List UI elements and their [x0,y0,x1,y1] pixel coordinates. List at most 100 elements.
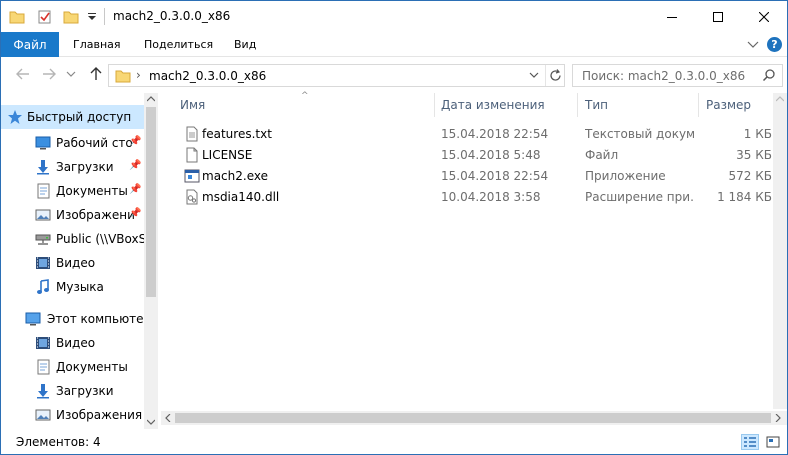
details-view-button[interactable] [741,434,759,450]
address-divider [545,65,546,86]
address-path[interactable]: mach2_0.3.0.0_x86 [149,69,266,83]
column-header-name[interactable]: Имя [180,98,205,112]
column-header-type[interactable]: Тип [585,98,608,112]
horizontal-scroll-thumb[interactable] [175,413,771,423]
navigation-scroll-thumb[interactable] [146,107,156,297]
pictures-icon [35,409,51,421]
scroll-up-arrow-icon[interactable] [147,96,155,102]
new-folder-icon[interactable] [63,9,79,25]
nav-item-this-pc[interactable]: Этот компьютер [1,307,144,331]
file-type: Расширение при... [585,190,695,204]
nav-item-music[interactable]: Музыка [1,275,144,299]
search-box[interactable]: Поиск: mach2_0.3.0.0_x86 [572,64,783,87]
nav-item-label: Быстрый доступ [27,110,132,124]
nav-item-videos[interactable]: Видео [1,251,144,275]
navigation-pane: Быстрый доступ Рабочий сто 📌 Загрузки 📌 [1,93,158,429]
up-arrow-icon[interactable] [88,66,104,82]
nav-item-label: Рабочий сто [56,136,133,150]
scroll-up-arrow-icon[interactable] [776,96,784,102]
text-file-icon [186,126,198,142]
nav-item-label: Public (\\VBoxSv [56,232,144,246]
navigation-scrollbar[interactable] [144,93,158,429]
column-divider[interactable] [577,93,578,117]
file-size: 1 КБ [743,127,772,141]
breadcrumb-separator[interactable]: › [136,68,141,82]
download-icon [37,384,49,399]
column-header-row: ^ Имя Дата изменения Тип Размер [161,91,773,117]
scroll-right-arrow-icon[interactable] [775,414,781,422]
nav-item-public-share[interactable]: Public (\\VBoxSv [1,227,144,251]
navigation-row: › mach2_0.3.0.0_x86 Поиск: mach2_0.3.0.0… [1,57,787,93]
file-date: 15.04.2018 5:48 [441,148,541,162]
column-divider[interactable] [434,93,435,117]
scroll-left-arrow-icon[interactable] [165,414,171,422]
star-icon [8,110,22,124]
tab-view[interactable]: Вид [234,38,256,51]
file-type: Файл [585,148,619,162]
file-row[interactable]: features.txt 15.04.2018 22:54 Текстовый … [179,123,772,145]
pin-icon: 📌 [129,160,142,171]
back-arrow-icon[interactable] [15,66,31,82]
nav-item-quick-access[interactable]: Быстрый доступ [1,105,144,129]
search-icon[interactable] [762,68,777,83]
folder-icon [9,11,25,24]
tab-file[interactable]: Файл [1,32,59,57]
file-name: mach2.exe [202,169,268,183]
video-icon [36,257,50,269]
close-button[interactable] [741,1,787,32]
folder-icon [115,70,131,83]
file-list-vertical-scrollbar[interactable] [773,93,787,409]
file-type: Приложение [585,169,666,183]
properties-icon[interactable] [37,9,53,25]
column-divider[interactable] [698,93,699,117]
nav-item-label: Этот компьютер [47,312,144,326]
scroll-down-arrow-icon[interactable] [147,419,155,425]
nav-item-label: Видео [56,336,96,350]
nav-item-label: Изображени [56,208,135,222]
maximize-button[interactable] [695,1,741,32]
file-icon [186,147,198,163]
nav-item-documents[interactable]: Документы 📌 [1,179,144,203]
tab-share[interactable]: Поделиться [144,38,213,51]
quick-access-dropdown-icon[interactable] [87,13,97,21]
nav-item-label: Документы [56,184,128,198]
expand-ribbon-chevron-icon[interactable] [746,37,760,51]
status-bar: Элементов: 4 [1,431,787,454]
nav-item-pc-videos[interactable]: Видео [1,331,144,355]
column-header-size[interactable]: Размер [706,98,751,112]
file-date: 15.04.2018 22:54 [441,127,549,141]
search-input[interactable]: Поиск: mach2_0.3.0.0_x86 [582,69,745,83]
nav-item-pc-pictures[interactable]: Изображения [1,403,144,427]
title-bar: mach2_0.3.0.0_x86 [1,1,787,32]
recent-locations-chevron-icon[interactable] [66,71,76,79]
nav-item-pc-downloads[interactable]: Загрузки [1,379,144,403]
nav-item-pictures[interactable]: Изображени 📌 [1,203,144,227]
network-drive-icon [35,234,51,245]
nav-item-pc-documents[interactable]: Документы [1,355,144,379]
address-dropdown-chevron-icon[interactable] [529,72,539,80]
close-icon [759,11,769,22]
computer-icon [25,312,41,326]
large-icons-view-icon [766,436,780,448]
file-list-horizontal-scrollbar[interactable] [161,411,787,425]
pin-icon: 📌 [129,184,142,195]
nav-item-downloads[interactable]: Загрузки 📌 [1,155,144,179]
documents-icon [37,183,50,199]
minimize-button[interactable] [649,1,695,32]
help-button[interactable]: ? [767,37,782,52]
sort-ascending-icon: ^ [301,91,309,101]
file-row[interactable]: msdia140.dll 10.04.2018 3:58 Расширение … [179,186,772,208]
large-icons-view-button[interactable] [764,434,782,450]
file-size: 1 184 КБ [717,190,772,204]
pin-icon: 📌 [129,208,142,219]
nav-item-desktop[interactable]: Рабочий сто 📌 [1,131,144,155]
file-row[interactable]: LICENSE 15.04.2018 5:48 Файл 35 КБ [179,144,772,166]
file-row[interactable]: mach2.exe 15.04.2018 22:54 Приложение 57… [179,165,772,187]
forward-arrow-icon[interactable] [41,66,57,82]
address-bar[interactable]: › mach2_0.3.0.0_x86 [108,64,565,87]
column-header-date[interactable]: Дата изменения [441,98,545,112]
video-icon [36,337,50,349]
pictures-icon [35,209,51,221]
refresh-icon[interactable] [548,68,563,83]
tab-home[interactable]: Главная [73,38,121,51]
